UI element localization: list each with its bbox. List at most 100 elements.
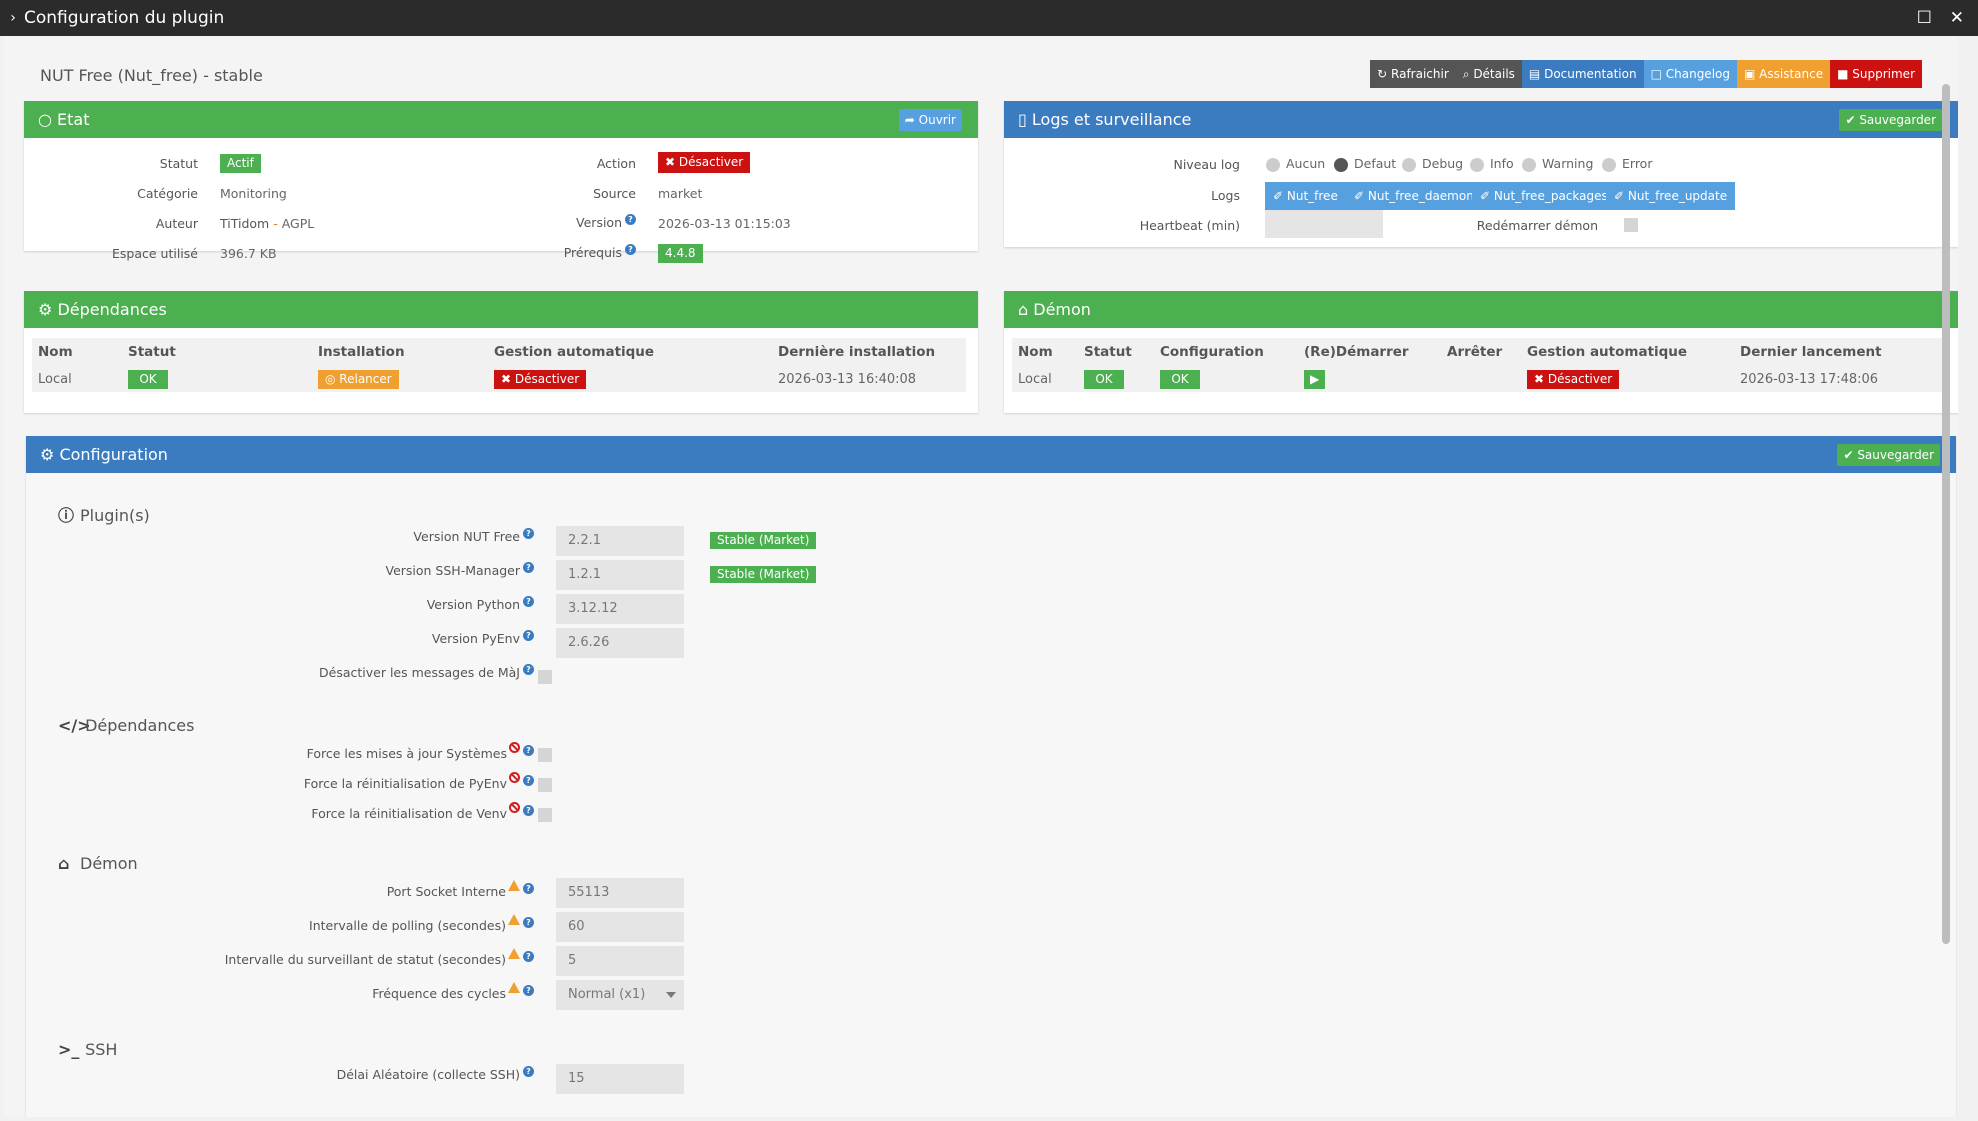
port-label: Port Socket Interne?: [387, 880, 534, 899]
share-icon: ➦: [904, 113, 919, 127]
details-button[interactable]: ⌕ Détails: [1455, 60, 1522, 88]
help-icon[interactable]: ?: [523, 917, 534, 928]
radio-icon: [1470, 157, 1484, 172]
help-icon[interactable]: ?: [523, 664, 534, 675]
radio-icon: [1266, 157, 1280, 172]
auteur-value: TiTidom - AGPL: [220, 216, 314, 231]
table-header-row: Nom Statut Installation Gestion automati…: [32, 338, 966, 366]
force-pyenv-checkbox[interactable]: [538, 778, 552, 792]
ssh-version-field[interactable]: 1.2.1: [556, 560, 684, 590]
documentation-button[interactable]: ▤ Documentation: [1521, 60, 1644, 88]
section-ssh: >_ SSH: [58, 1040, 118, 1059]
column-header: Installation: [312, 338, 488, 366]
nut-version-field[interactable]: 2.2.1: [556, 526, 684, 556]
close-icon[interactable]: ✕: [1950, 8, 1964, 28]
help-icon[interactable]: ?: [523, 630, 534, 641]
play-button[interactable]: ▶: [1304, 369, 1326, 389]
ssh-delay-field[interactable]: 15: [556, 1064, 684, 1094]
file-icon: ▯: [1018, 110, 1032, 129]
help-icon[interactable]: ?: [523, 528, 534, 539]
search-icon: ⌕: [1462, 67, 1474, 81]
cycle-frequency-select[interactable]: Normal (x1): [556, 980, 684, 1010]
open-button[interactable]: ➦ Ouvrir: [898, 109, 962, 131]
log-file-update[interactable]: ✐ Nut_free_update: [1606, 182, 1736, 210]
python-version-label: Version Python?: [427, 596, 534, 612]
changelog-button[interactable]: □ Changelog: [1643, 60, 1737, 88]
dependances-table: Nom Statut Installation Gestion automati…: [32, 338, 966, 392]
categorie-label: Catégorie: [137, 186, 198, 201]
column-header: Dernier lancement: [1734, 338, 1946, 366]
help-icon[interactable]: ?: [523, 883, 534, 894]
auteur-label: Auteur: [155, 216, 198, 231]
restart-daemon-checkbox[interactable]: [1624, 218, 1638, 232]
code-icon: </>: [58, 716, 91, 735]
disable-maj-checkbox[interactable]: [538, 670, 552, 684]
column-header: Configuration: [1154, 338, 1298, 366]
port-field[interactable]: 55113: [556, 878, 684, 908]
niveau-log-label: Niveau log: [1173, 157, 1240, 172]
demon-configuration: OK: [1154, 366, 1298, 392]
statut-badge: Actif: [220, 154, 261, 173]
deactivate-button[interactable]: ✖ Désactiver: [658, 152, 751, 173]
help-icon[interactable]: ?: [523, 951, 534, 962]
maximize-icon[interactable]: ☐: [1917, 8, 1932, 28]
help-icon[interactable]: ?: [625, 214, 636, 225]
dependances-panel-header: ⚙ Dépendances: [24, 291, 978, 328]
help-icon[interactable]: ?: [523, 985, 534, 996]
source-value: market: [658, 186, 703, 201]
assistance-button[interactable]: ▣ Assistance: [1737, 60, 1831, 88]
config-save-button[interactable]: ✔ Sauvegarder: [1837, 444, 1940, 466]
info-icon: ⓘ: [58, 506, 75, 525]
relaunch-button[interactable]: ◎ Relancer: [318, 369, 399, 389]
scrollbar[interactable]: [1942, 84, 1950, 944]
logs-save-button[interactable]: ✔ Sauvegarder: [1839, 109, 1942, 131]
python-version-field[interactable]: 3.12.12: [556, 594, 684, 624]
bank-icon: ⌂: [1018, 300, 1034, 319]
ssh-version-label: Version SSH-Manager?: [385, 562, 534, 578]
action-bar: ↻ Rafraichir ⌕ Détails ▤ Documentation □…: [1370, 60, 1922, 88]
log-level-defaut[interactable]: Defaut: [1334, 156, 1396, 172]
etat-panel-header: ○ Etat ➦ Ouvrir: [24, 101, 978, 138]
status-watcher-field[interactable]: 5: [556, 946, 684, 976]
demon-deactivate-button[interactable]: ✖ Désactiver: [1527, 369, 1620, 389]
log-file-daemon[interactable]: ✐ Nut_free_daemon: [1346, 182, 1482, 210]
prerequis-label: Prérequis?: [564, 244, 636, 260]
log-file-nut-free[interactable]: ✐ Nut_free: [1265, 182, 1346, 210]
dep-deactivate-button[interactable]: ✖ Désactiver: [494, 369, 587, 389]
demon-stop: [1441, 366, 1521, 392]
heartbeat-input[interactable]: [1265, 210, 1383, 238]
help-icon[interactable]: ?: [523, 562, 534, 573]
log-level-warning[interactable]: Warning: [1522, 156, 1593, 172]
force-system-checkbox[interactable]: [538, 748, 552, 762]
radio-icon: [1522, 157, 1536, 172]
log-level-info[interactable]: Info: [1470, 156, 1514, 172]
source-label: Source: [593, 186, 636, 201]
polling-label: Intervalle de polling (secondes)?: [309, 914, 534, 933]
demon-status: OK: [1078, 366, 1154, 392]
dependances-panel: ⚙ Dépendances Nom Statut Installation Ge…: [24, 291, 978, 413]
log-level-debug[interactable]: Debug: [1402, 156, 1463, 172]
table-header-row: Nom Statut Configuration (Re)Démarrer Ar…: [1012, 338, 1946, 366]
terminal-icon: >_: [58, 1040, 80, 1059]
column-header: Nom: [1012, 338, 1078, 366]
help-icon[interactable]: ?: [625, 244, 636, 255]
force-venv-checkbox[interactable]: [538, 808, 552, 822]
delete-button[interactable]: ■ Supprimer: [1830, 60, 1922, 88]
truck-icon: ▣: [1744, 67, 1760, 81]
disable-maj-label: Désactiver les messages de MàJ?: [319, 664, 534, 680]
pyenv-version-label: Version PyEnv?: [432, 630, 534, 646]
polling-field[interactable]: 60: [556, 912, 684, 942]
help-icon[interactable]: ?: [523, 745, 534, 756]
help-icon[interactable]: ?: [523, 596, 534, 607]
log-file-packages[interactable]: ✐ Nut_free_packages: [1472, 182, 1616, 210]
pyenv-version-field[interactable]: 2.6.26: [556, 628, 684, 658]
refresh-icon: ↻: [1377, 67, 1392, 81]
help-icon[interactable]: ?: [523, 805, 534, 816]
check-circle-icon: ✔: [1845, 113, 1860, 127]
help-icon[interactable]: ?: [523, 775, 534, 786]
log-level-error[interactable]: Error: [1602, 156, 1652, 172]
log-level-aucun[interactable]: Aucun: [1266, 156, 1325, 172]
refresh-button[interactable]: ↻ Rafraichir: [1370, 60, 1456, 88]
chevron-right-icon: ›: [10, 10, 16, 26]
help-icon[interactable]: ?: [523, 1066, 534, 1077]
